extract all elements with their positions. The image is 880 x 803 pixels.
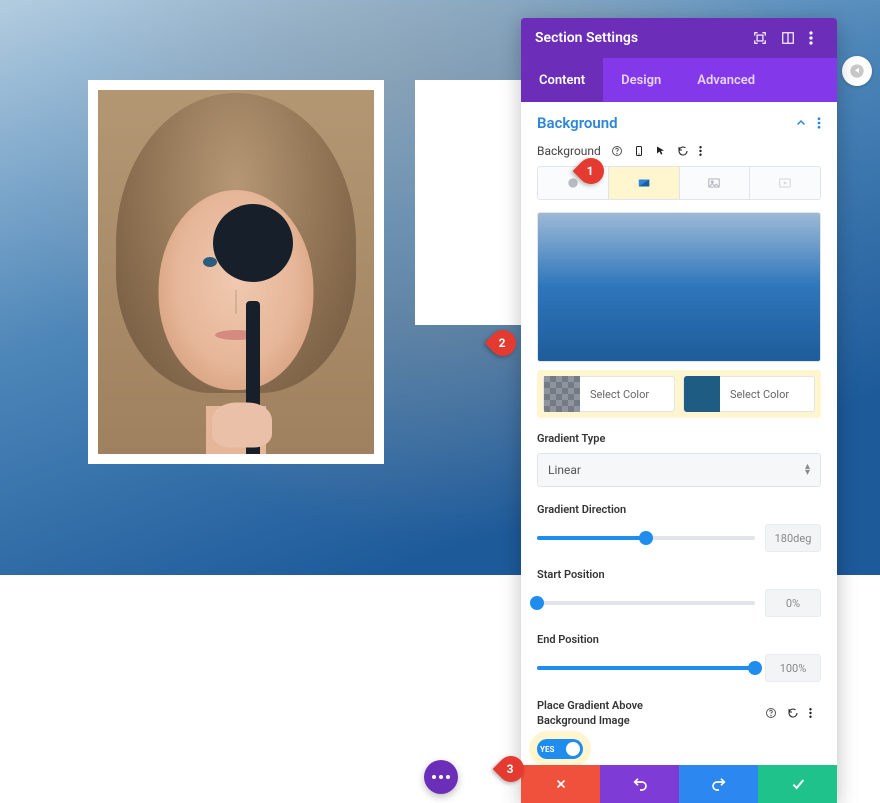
- panel-layout-icon[interactable]: [781, 31, 795, 45]
- section-more-icon[interactable]: [817, 117, 821, 129]
- save-button[interactable]: [758, 765, 837, 803]
- gradient-type-value: Linear: [548, 463, 581, 477]
- collapse-icon[interactable]: [795, 117, 807, 129]
- tab-design[interactable]: Design: [603, 58, 679, 102]
- gradient-direction-slider[interactable]: [537, 536, 755, 540]
- place-above-reset-icon[interactable]: [787, 707, 799, 719]
- reset-icon[interactable]: [677, 145, 689, 157]
- discard-button[interactable]: [521, 765, 600, 803]
- responsive-phone-icon[interactable]: [633, 145, 645, 157]
- panel-header: Section Settings: [521, 18, 837, 58]
- row-more-icon[interactable]: [699, 145, 711, 157]
- section-title: Background: [537, 114, 618, 132]
- place-above-label: Place Gradient Above Background Image: [537, 698, 697, 729]
- portrait-photo: [98, 90, 374, 454]
- bg-type-image[interactable]: [680, 167, 751, 199]
- undo-button[interactable]: [600, 765, 679, 803]
- gradient-color-end[interactable]: Select Color: [683, 376, 815, 412]
- bg-type-gradient[interactable]: [609, 167, 680, 199]
- section-header: Background: [537, 114, 821, 132]
- gradient-type-select[interactable]: Linear ▴▾: [537, 453, 821, 487]
- panel-body: Background Background: [521, 102, 837, 765]
- gradient-type-label: Gradient Type: [537, 432, 821, 445]
- start-position-slider[interactable]: [537, 601, 755, 605]
- background-label: Background: [537, 144, 601, 158]
- place-above-help-icon[interactable]: [765, 707, 777, 719]
- toggle-yes-label: YES: [540, 745, 554, 754]
- expand-icon[interactable]: [753, 31, 767, 45]
- end-position-label: End Position: [537, 633, 821, 646]
- floating-more-button[interactable]: [424, 760, 458, 794]
- select-color-end-label: Select Color: [730, 388, 789, 401]
- start-position-field: Start Position 0%: [537, 568, 821, 617]
- place-above-more-icon[interactable]: [809, 707, 821, 719]
- hover-pointer-icon[interactable]: [655, 145, 667, 157]
- place-above-field: Place Gradient Above Background Image YE…: [537, 698, 821, 759]
- place-above-toggle[interactable]: YES: [537, 739, 583, 759]
- panel-footer: [521, 765, 837, 803]
- gradient-direction-value[interactable]: 180deg: [765, 524, 821, 552]
- panel-tabs: Content Design Advanced: [521, 58, 837, 102]
- end-position-slider[interactable]: [537, 666, 755, 670]
- more-options-icon[interactable]: [809, 31, 823, 45]
- color-pickers: Select Color Select Color: [537, 370, 821, 418]
- settings-panel: Section Settings Content Design Advanced…: [521, 18, 837, 803]
- end-position-value[interactable]: 100%: [765, 654, 821, 682]
- gradient-preview: [537, 212, 821, 362]
- white-card-behind: [415, 80, 535, 325]
- start-position-label: Start Position: [537, 568, 821, 581]
- gradient-color-start[interactable]: Select Color: [543, 376, 675, 412]
- swatch-start: [544, 376, 580, 412]
- select-chevron-icon: ▴▾: [805, 464, 810, 476]
- tab-advanced[interactable]: Advanced: [679, 58, 773, 102]
- select-color-start-label: Select Color: [590, 388, 649, 401]
- tab-content[interactable]: Content: [521, 58, 603, 102]
- background-label-row: Background: [537, 144, 821, 158]
- gradient-direction-field: Gradient Direction 180deg: [537, 503, 821, 552]
- gradient-type-field: Gradient Type Linear ▴▾: [537, 432, 821, 487]
- end-position-field: End Position 100%: [537, 633, 821, 682]
- panel-title: Section Settings: [535, 30, 638, 46]
- photo-frame: [88, 80, 384, 464]
- gradient-direction-label: Gradient Direction: [537, 503, 821, 516]
- start-position-value[interactable]: 0%: [765, 589, 821, 617]
- redo-button[interactable]: [679, 765, 758, 803]
- bg-type-video[interactable]: [750, 167, 820, 199]
- swatch-end: [684, 376, 720, 412]
- help-icon[interactable]: [611, 145, 623, 157]
- share-button[interactable]: [842, 56, 872, 86]
